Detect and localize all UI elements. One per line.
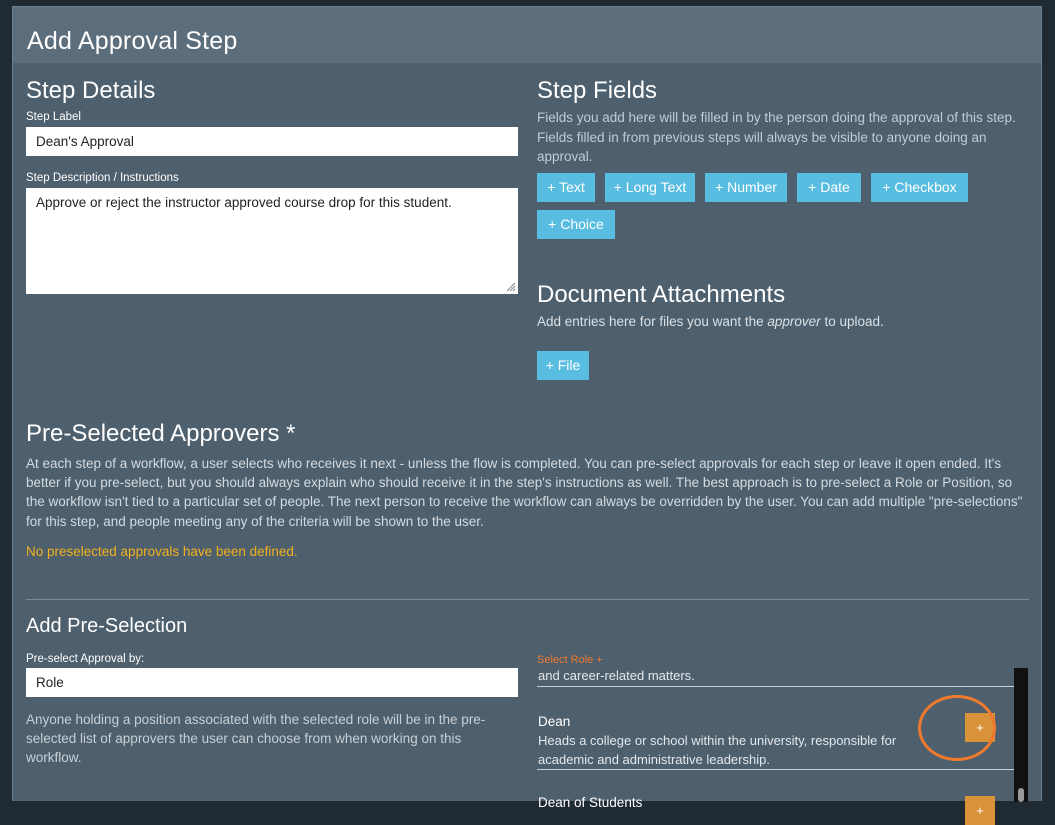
add-file-button[interactable]: + File	[537, 351, 589, 380]
preselect-help-text: Anyone holding a position associated wit…	[26, 712, 486, 766]
role-list-scrollbar[interactable]	[1014, 668, 1028, 802]
add-number-field-button[interactable]: + Number	[705, 173, 787, 202]
add-long-text-field-button[interactable]: + Long Text	[605, 173, 695, 202]
step-fields-description: Fields you add here will be filled in by…	[537, 110, 1016, 164]
add-date-field-button[interactable]: + Date	[797, 173, 861, 202]
resize-grip-icon[interactable]	[506, 282, 516, 292]
preselected-approvers-heading: Pre-Selected Approvers *	[26, 420, 296, 447]
preselected-approvers-description: At each step of a workflow, a user selec…	[26, 456, 1023, 529]
step-label-label: Step Label	[26, 111, 81, 123]
role-list-scroll-thumb[interactable]	[1018, 788, 1024, 802]
section-divider	[26, 599, 1029, 600]
role-item-divider-2	[537, 769, 1015, 770]
preselect-by-label: Pre-select Approval by:	[26, 653, 145, 665]
attachments-description: Add entries here for files you want the …	[537, 312, 1017, 332]
role-item-name-partial: Dean of Students	[538, 795, 643, 810]
step-fields-heading: Step Fields	[537, 77, 658, 104]
add-text-field-button[interactable]: + Text	[537, 173, 595, 202]
attachments-desc-before: Add entries here for files you want the	[537, 314, 768, 329]
select-role-label[interactable]: Select Role +	[537, 654, 603, 666]
add-approval-step-modal: Add Approval Step Step Details Step Labe…	[12, 6, 1042, 825]
step-description-textarea[interactable]: Approve or reject the instructor approve…	[26, 188, 518, 294]
attachments-desc-em: approver	[767, 314, 821, 329]
highlight-circle	[918, 695, 996, 761]
add-choice-field-button[interactable]: + Choice	[537, 210, 615, 239]
add-preselection-heading: Add Pre-Selection	[26, 615, 188, 637]
attachments-desc-after: to upload.	[820, 314, 884, 329]
role-item-desc: Heads a college or school within the uni…	[538, 733, 897, 767]
add-checkbox-field-button[interactable]: + Checkbox	[871, 173, 968, 202]
add-role-dean-of-students-button[interactable]: +	[965, 796, 995, 825]
no-preselected-notice: No preselected approvals have been defin…	[26, 544, 298, 559]
role-item-name: Dean	[538, 714, 571, 729]
document-attachments-heading: Document Attachments	[537, 281, 786, 308]
modal-title: Add Approval Step	[27, 27, 238, 55]
step-description-label: Step Description / Instructions	[26, 172, 179, 184]
preselect-by-select[interactable]: Role	[26, 668, 518, 697]
step-description-text: Approve or reject the instructor approve…	[36, 195, 452, 210]
modal-titlebar: Add Approval Step	[13, 7, 1041, 63]
step-label-input[interactable]: Dean's Approval	[26, 127, 518, 156]
step-details-heading: Step Details	[26, 77, 156, 104]
role-item-divider	[537, 686, 1015, 687]
role-item-partial-desc: and career-related matters.	[538, 668, 695, 683]
